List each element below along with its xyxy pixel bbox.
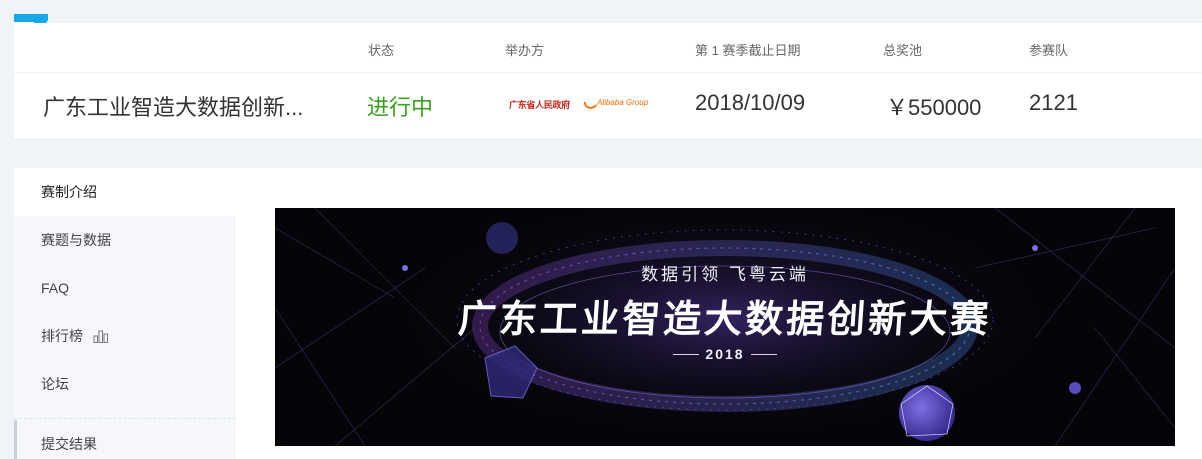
year-divider-left [673, 354, 700, 355]
competition-title[interactable]: 广东工业智造大数据创新... [43, 90, 303, 122]
deadline-header: 第 1 赛季截止日期 [695, 43, 801, 58]
banner-year-text: 2018 [705, 346, 745, 362]
teams-header: 参赛队 [1029, 43, 1069, 58]
competition-banner: 数据引领 飞粤云端 广东工业智造大数据创新大赛 2018 [275, 208, 1175, 446]
alibaba-group-logo: Alibaba Group [597, 98, 649, 107]
sidebar-item-submit[interactable]: 提交结果 [14, 420, 236, 459]
prize-pool-value: ￥550000 [886, 95, 982, 120]
teams-value: 2121 [1029, 90, 1078, 115]
banner-title: 广东工业智造大数据创新大赛 [456, 299, 993, 341]
status-header: 状态 [368, 43, 395, 58]
sidebar-item-label: 赛题与数据 [41, 232, 111, 248]
gd-government-logo: 广东省人民政府 [509, 100, 570, 110]
deadline-value: 2018/10/09 [695, 90, 806, 115]
sidebar: 赛制介绍 赛题与数据 FAQ 排行榜 论坛 提交结果 [14, 168, 236, 459]
prize-pool-header: 总奖池 [883, 43, 923, 58]
info-header: 状态 举办方 第 1 赛季截止日期 总奖池 参赛队 [14, 23, 1202, 73]
banner-subtitle: 数据引领 飞粤云端 [641, 265, 809, 284]
sidebar-item-problem-data[interactable]: 赛题与数据 [14, 216, 236, 264]
bar-chart-icon [93, 330, 108, 343]
sidebar-item-label: 赛制介绍 [41, 184, 97, 200]
sidebar-item-faq[interactable]: FAQ [14, 264, 236, 312]
sidebar-item-label: FAQ [41, 280, 70, 296]
info-row: 广东工业智造大数据创新... 进行中 广东省人民政府 Alibaba Group… [14, 73, 1202, 138]
year-divider-right [750, 354, 777, 355]
content-card: 赛制介绍 赛题与数据 FAQ 排行榜 论坛 提交结果 数据引领 飞粤云端 广东工… [14, 168, 1202, 459]
sidebar-item-label: 排行榜 [41, 328, 83, 344]
sidebar-item-forum[interactable]: 论坛 [14, 360, 236, 408]
alibaba-smile-icon [584, 101, 597, 109]
banner-year: 2018 [275, 346, 1175, 362]
competition-info-card: 状态 举办方 第 1 赛季截止日期 总奖池 参赛队 广东工业智造大数据创新...… [14, 23, 1202, 138]
status-badge: 进行中 [367, 95, 434, 120]
sidebar-item-leaderboard[interactable]: 排行榜 [14, 312, 236, 360]
sidebar-divider [14, 418, 236, 419]
sidebar-item-label: 论坛 [41, 376, 69, 392]
organizer-logos: 广东省人民政府 Alibaba Group [507, 96, 655, 116]
sidebar-item-rules[interactable]: 赛制介绍 [14, 168, 236, 216]
organizer-header: 举办方 [505, 43, 545, 58]
sidebar-item-label: 提交结果 [41, 436, 97, 452]
